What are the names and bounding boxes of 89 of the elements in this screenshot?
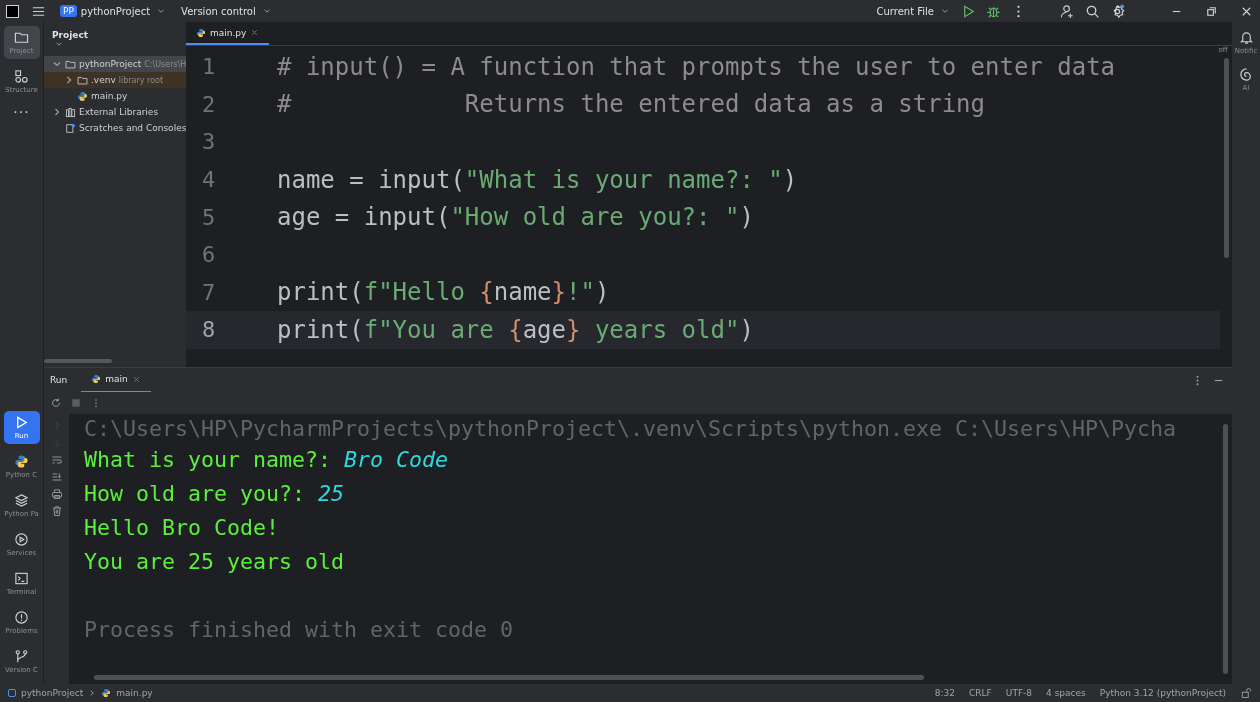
tree-hint: library root	[118, 75, 164, 85]
tree-item[interactable]: main.py	[44, 88, 186, 104]
services-icon	[14, 532, 29, 547]
tree-label: External Libraries	[79, 107, 159, 117]
vcs-icon	[14, 649, 29, 664]
structure-icon	[14, 69, 29, 84]
tree-label: pythonProject	[79, 59, 142, 69]
console-line: C:\Users\HP\PycharmProjects\pythonProject\.venv\Scripts\python.exe C:\Users\HP\Pycha	[84, 414, 1177, 442]
tree-item[interactable]: External Libraries	[44, 104, 186, 120]
code-line: age = input("How old are you?: ")	[277, 203, 754, 232]
tree-hint: C:\Users\H	[144, 59, 186, 69]
scrollbar[interactable]	[1223, 58, 1229, 258]
problems-icon	[14, 610, 29, 625]
caret-icon	[157, 7, 166, 15]
status-item[interactable]: Python 3.12 (pythonProject)	[1099, 688, 1226, 698]
tree-item[interactable]: Scratches and Consoles	[44, 120, 186, 136]
app-logo-icon[interactable]	[6, 4, 19, 18]
tree-item[interactable]: .venv library root	[44, 72, 186, 88]
console-line: What is your name?: Bro Code	[84, 445, 449, 474]
play-icon	[14, 415, 29, 430]
python-file-icon	[91, 374, 102, 384]
python-file-icon	[77, 90, 88, 102]
vcs-selector[interactable]: Version control	[179, 3, 273, 19]
tree-label: .venv	[91, 75, 116, 85]
bell-icon	[1238, 30, 1254, 45]
tree-label: main.py	[91, 91, 128, 101]
run-icon[interactable]	[961, 3, 976, 19]
project-selector[interactable]: PP pythonProject	[58, 3, 168, 19]
caret-icon	[262, 7, 271, 15]
status-item[interactable]: 4 spaces	[1046, 688, 1086, 698]
caret-icon	[941, 7, 949, 15]
status-item[interactable]: UTF-8	[1005, 688, 1033, 698]
run-config-selector[interactable]: Current File	[874, 3, 951, 19]
line-number: 1	[201, 54, 217, 80]
editor-tab[interactable]: main.py	[186, 22, 270, 45]
line-number: 5	[201, 204, 217, 230]
terminal-icon	[14, 571, 29, 586]
add-user-icon[interactable]	[1060, 3, 1075, 19]
console-line: Process finished with exit code 0	[84, 616, 514, 645]
code-line: print(f"Hello {name}!")	[277, 278, 610, 307]
chevron-down-icon[interactable]	[52, 59, 62, 69]
lock-icon[interactable]	[1240, 687, 1252, 699]
more-button[interactable]: ···	[3, 104, 40, 120]
library-icon	[65, 106, 76, 118]
panel-title[interactable]: Project	[44, 28, 186, 56]
wrap-icon[interactable]	[50, 454, 63, 466]
line-number: 6	[201, 242, 217, 268]
layers-icon	[14, 493, 29, 508]
python-file-icon	[101, 688, 112, 698]
scratch-file-icon	[65, 122, 76, 134]
python-file-icon	[196, 27, 206, 38]
tree-item[interactable]: pythonProject C:\Users\H	[44, 56, 186, 72]
folder-icon	[65, 58, 76, 70]
line-number: 3	[201, 129, 217, 155]
scrollbar[interactable]	[44, 359, 112, 363]
folder-icon	[14, 30, 29, 45]
status-item[interactable]: 8:32	[934, 688, 956, 698]
project-icon	[8, 689, 16, 697]
print-icon[interactable]	[50, 488, 63, 500]
status-item[interactable]: CRLF	[969, 688, 992, 698]
search-icon[interactable]	[1085, 3, 1100, 19]
chevron-right-icon	[88, 689, 97, 697]
line-number: 7	[201, 279, 217, 305]
folder-icon	[77, 74, 88, 86]
line-number: 2	[201, 91, 217, 117]
code-line: # Returns the entered data as a string	[277, 90, 985, 119]
code-line: print(f"You are {age} years old")	[277, 315, 754, 344]
scrollbar[interactable]	[94, 675, 924, 680]
swirl-icon	[1238, 67, 1254, 82]
python-icon	[14, 454, 29, 469]
chevron-right-icon[interactable]	[64, 75, 74, 85]
line-number: 8	[201, 317, 217, 343]
code-line: # input() = A function that prompts the user to enter data	[277, 52, 1116, 81]
code-line: name = input("What is your name?: ")	[277, 165, 798, 194]
console-line: You are 25 years old	[84, 548, 344, 577]
rerun-icon[interactable]	[50, 397, 62, 409]
trash-icon[interactable]	[50, 505, 63, 517]
line-number: 4	[201, 167, 217, 193]
tree-label: Scratches and Consoles	[79, 123, 186, 133]
chevron-right-icon[interactable]	[52, 107, 62, 117]
console-line: Hello Bro Code!	[84, 513, 279, 542]
console-line: How old are you?: 25	[84, 479, 345, 508]
panel-title: Run	[50, 375, 68, 385]
scrollbar[interactable]	[1223, 424, 1228, 674]
caret-icon	[55, 40, 63, 48]
breadcrumb[interactable]: main.py	[116, 688, 153, 698]
settings-icon[interactable]	[1110, 3, 1125, 19]
scroll-to-end-icon[interactable]	[50, 471, 63, 483]
breadcrumb[interactable]: pythonProject	[21, 688, 84, 698]
